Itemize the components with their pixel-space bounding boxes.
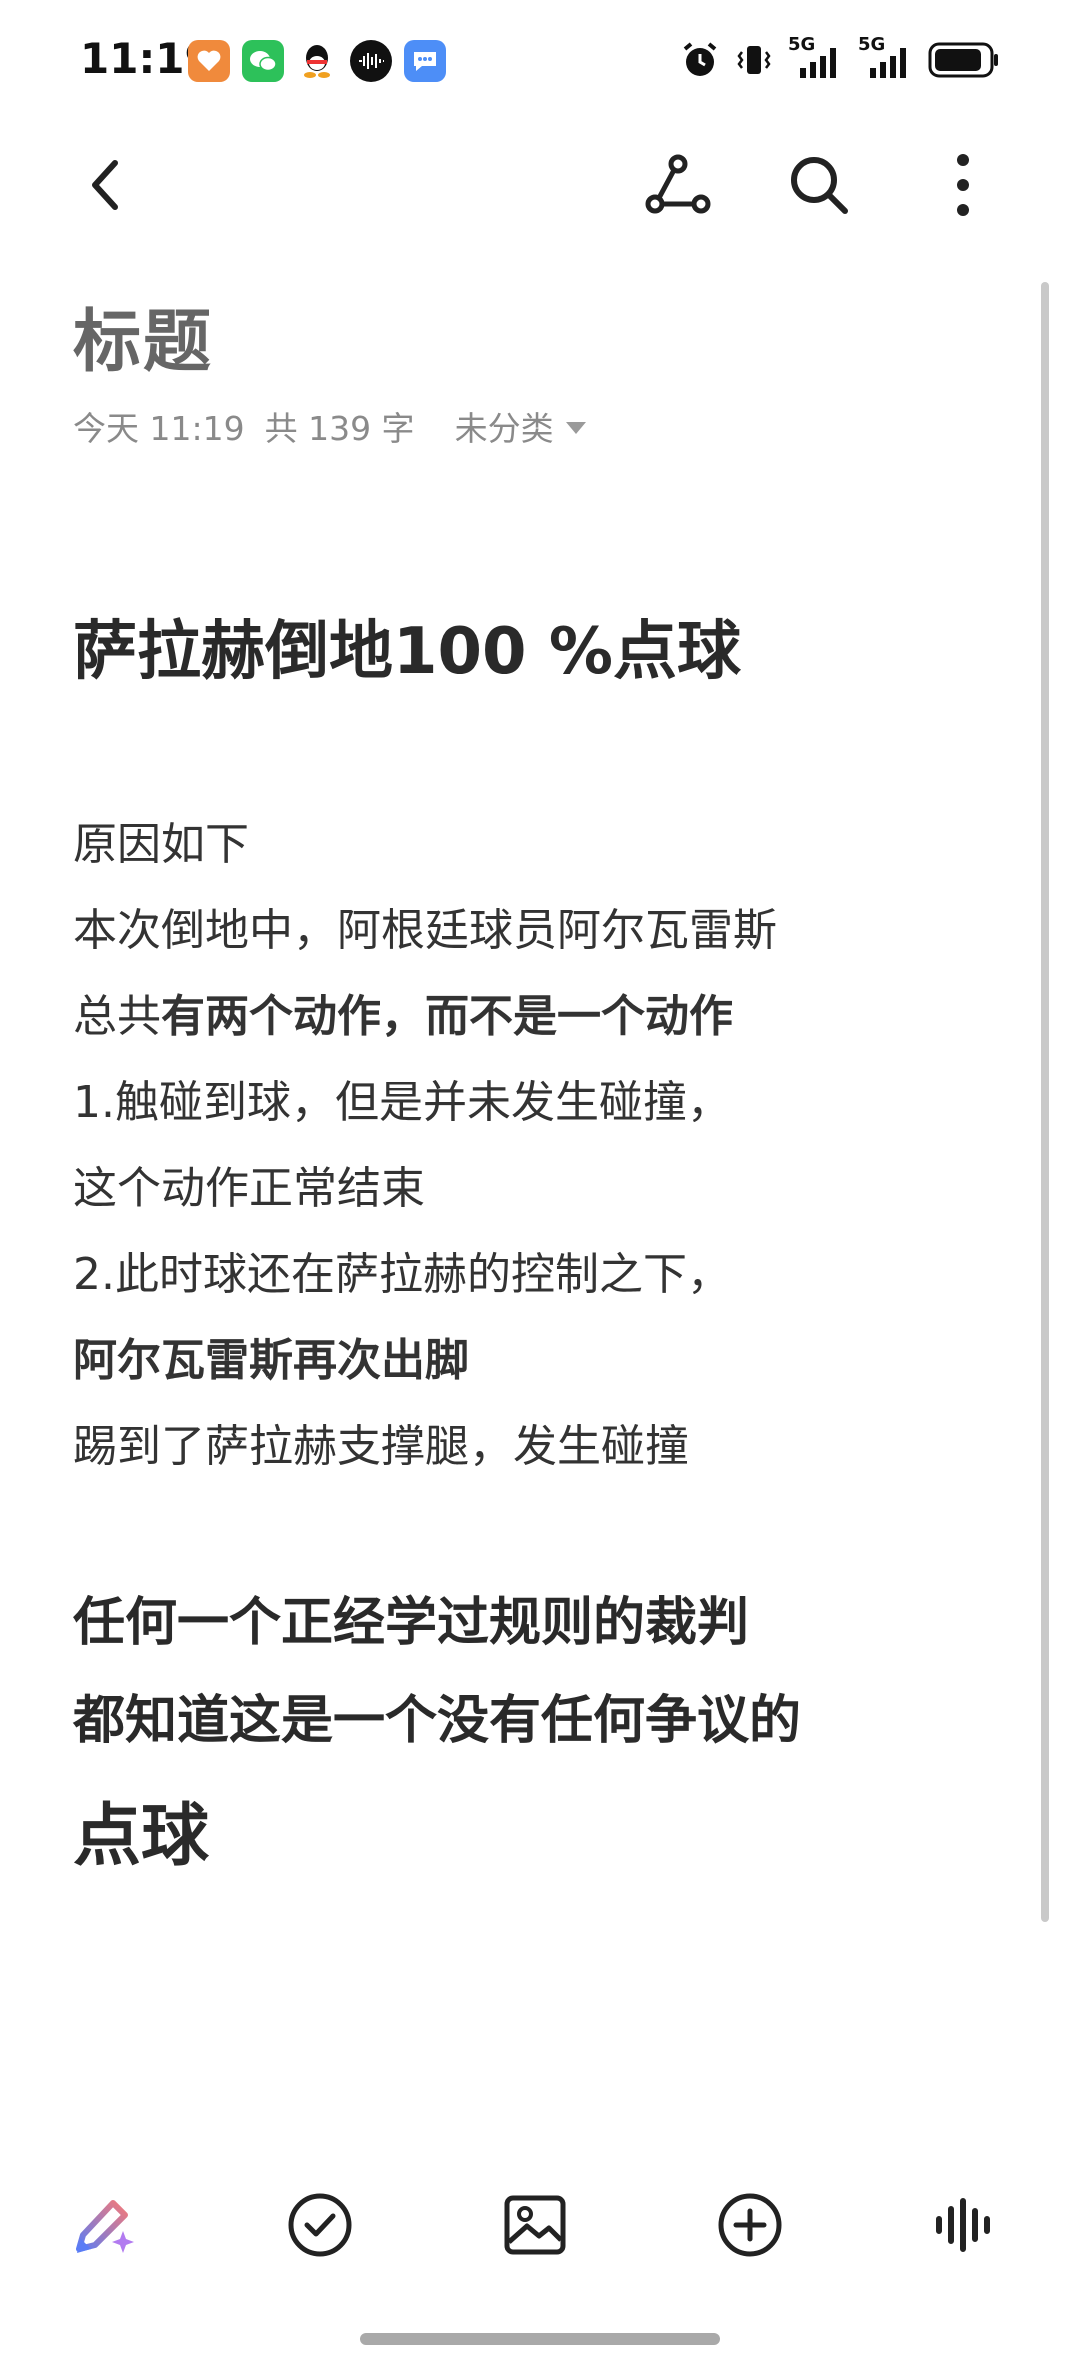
search-button[interactable]: [774, 140, 864, 230]
bottom-toolbar: [0, 2170, 1080, 2280]
body-line: 这个动作正常结束: [73, 1163, 425, 1214]
network-label-1: 5G: [788, 34, 816, 55]
conclusion-text: 点球: [73, 1797, 210, 1876]
voice-icon: [936, 2198, 990, 2252]
emphasis-line: 任何一个正经学过规则的裁判: [73, 1593, 750, 1653]
body-line: 总共有两个动作，而不是一个动作: [73, 980, 733, 1044]
alarm-icon: [683, 42, 717, 76]
back-chevron-icon: [92, 160, 118, 210]
note-date: 今天 11:19: [73, 409, 245, 448]
body-line: 本次倒地中，阿根廷球员阿尔瓦雷斯: [73, 905, 777, 956]
more-options-button[interactable]: [918, 140, 1008, 230]
top-app-bar: [0, 140, 1080, 250]
signal-5g-2: 5G: [858, 34, 914, 80]
message-icon: [404, 40, 446, 82]
share-icon: [645, 154, 711, 214]
body-line: 原因如下: [73, 819, 249, 870]
body-line-bold: 有两个动作，而不是一个动作: [161, 991, 733, 1042]
back-button[interactable]: [60, 140, 150, 230]
image-icon: [504, 2195, 566, 2255]
share-button[interactable]: [633, 140, 723, 230]
status-indicators: 5G 5G: [680, 34, 1000, 80]
body-line-plain: 总共: [73, 991, 161, 1042]
body-line: 阿尔瓦雷斯再次出脚: [73, 1335, 469, 1386]
checklist-button[interactable]: [275, 2180, 365, 2270]
body-line: 1.触碰到球，但是并未发生碰撞，: [73, 1077, 731, 1128]
search-icon: [791, 157, 848, 214]
body-line: 踢到了萨拉赫支撑腿，发生碰撞: [73, 1421, 689, 1472]
wechat-icon: [242, 40, 284, 82]
word-count: 共 139 字: [264, 409, 415, 448]
qq-icon: [296, 40, 338, 82]
category-label: 未分类: [454, 409, 554, 448]
more-vertical-icon: [957, 154, 969, 216]
signal-5g-1: 5G: [788, 34, 844, 80]
add-icon: [718, 2193, 782, 2257]
status-bar: 11:19 5G 5G: [0, 0, 1080, 120]
notes-editor-screen: 11:19 5G 5G 标题 今天 11:19 共 139 字 未分类 萨拉赫倒…: [0, 0, 1080, 2373]
body-line: 2.此时球还在萨拉赫的控制之下，: [73, 1249, 731, 1300]
note-headline: 萨拉赫倒地100 %点球: [73, 615, 741, 689]
audio-app-icon: [350, 40, 392, 82]
battery-icon: [928, 42, 998, 78]
home-indicator[interactable]: [360, 2333, 720, 2345]
add-button[interactable]: [705, 2180, 795, 2270]
note-title[interactable]: 标题: [73, 286, 213, 385]
ai-pen-icon: [76, 2200, 134, 2253]
network-label-2: 5G: [858, 34, 886, 55]
checklist-icon: [288, 2193, 352, 2257]
health-app-icon: [188, 40, 230, 82]
note-meta: 今天 11:19 共 139 字 未分类: [73, 403, 586, 449]
category-selector[interactable]: 未分类: [455, 402, 586, 450]
ai-assist-button[interactable]: [60, 2180, 150, 2270]
caret-down-icon: [565, 422, 586, 434]
voice-button[interactable]: [920, 2180, 1010, 2270]
vibrate-icon: [737, 46, 771, 74]
insert-image-button[interactable]: [490, 2180, 580, 2270]
scrollbar[interactable]: [1041, 282, 1049, 1922]
notification-icons: [188, 40, 446, 82]
emphasis-line: 都知道这是一个没有任何争议的: [73, 1691, 802, 1751]
